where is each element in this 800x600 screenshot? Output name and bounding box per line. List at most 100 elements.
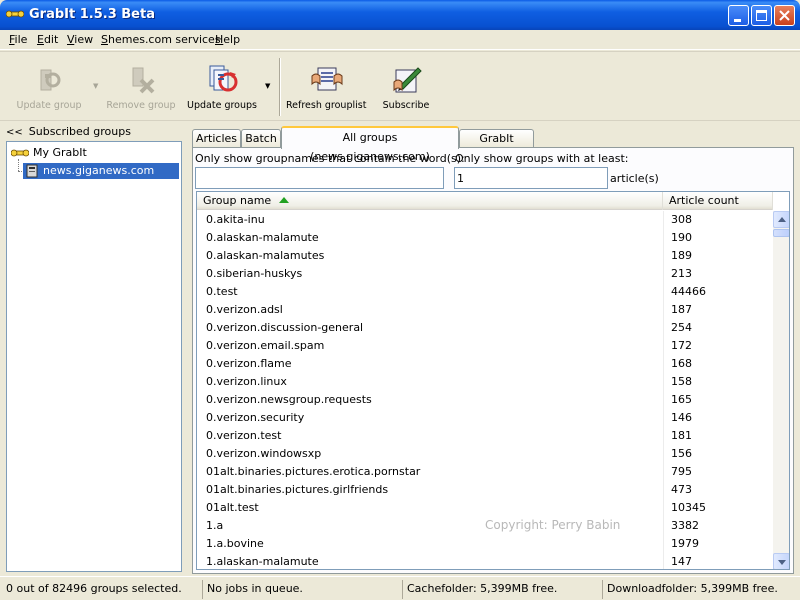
groupname-filter-input[interactable] bbox=[195, 167, 444, 189]
column-group-name[interactable]: Group name bbox=[197, 192, 663, 210]
article-count-cell: 165 bbox=[671, 393, 692, 406]
menu-file[interactable]: File bbox=[9, 33, 27, 46]
group-name-cell: 0.alaskan-malamutes bbox=[206, 249, 325, 262]
table-row[interactable]: 0.verizon.test 181 bbox=[197, 427, 773, 445]
article-count-cell: 473 bbox=[671, 483, 692, 496]
article-count-cell: 213 bbox=[671, 267, 692, 280]
group-name-cell: 0.verizon.email.spam bbox=[206, 339, 325, 352]
table-row[interactable]: 1.a.bovine 1979 bbox=[197, 535, 773, 553]
min-articles-input[interactable] bbox=[454, 167, 608, 189]
table-row[interactable]: 0.akita-inu 308 bbox=[197, 211, 773, 229]
menu-help[interactable]: Help bbox=[215, 33, 240, 46]
column-article-count[interactable]: Article count bbox=[663, 192, 773, 210]
article-count-cell: 189 bbox=[671, 249, 692, 262]
status-bar: 0 out of 82496 groups selected. No jobs … bbox=[0, 576, 800, 600]
table-row[interactable]: 0.verizon.discussion-general 254 bbox=[197, 319, 773, 337]
close-icon bbox=[779, 10, 790, 21]
table-row[interactable]: 1.alaskan-malamute 147 bbox=[197, 553, 773, 569]
group-name-cell: 0.verizon.discussion-general bbox=[206, 321, 364, 334]
close-button[interactable] bbox=[774, 5, 795, 26]
minimize-icon bbox=[734, 19, 741, 22]
status-cachefolder: Cachefolder: 5,399MB free. bbox=[402, 580, 600, 599]
remove-group-button[interactable]: Remove group bbox=[101, 60, 181, 118]
group-name-cell: 0.test bbox=[206, 285, 238, 298]
article-count-cell: 1979 bbox=[671, 537, 699, 550]
table-row[interactable]: 0.verizon.newsgroup.requests 165 bbox=[197, 391, 773, 409]
table-row[interactable]: 01alt.binaries.pictures.girlfriends 473 bbox=[197, 481, 773, 499]
window-title: GrabIt 1.5.3 Beta bbox=[29, 7, 155, 22]
minimize-button[interactable] bbox=[728, 5, 749, 26]
table-row[interactable]: 0.verizon.security 146 bbox=[197, 409, 773, 427]
article-count-cell: 187 bbox=[671, 303, 692, 316]
tree-connector bbox=[18, 159, 19, 171]
subscribe-button[interactable]: Subscribe bbox=[366, 60, 446, 118]
sort-ascending-icon bbox=[279, 197, 290, 203]
update-groups-label: Update groups bbox=[187, 100, 257, 111]
table-row[interactable]: 01alt.test 10345 bbox=[197, 499, 773, 517]
tab-grabit-search[interactable]: GrabIt search bbox=[459, 129, 534, 162]
tree-server-label: news.giganews.com bbox=[43, 164, 155, 177]
group-name-cell: 01alt.binaries.pictures.girlfriends bbox=[206, 483, 389, 496]
update-groups-dropdown-icon[interactable]: ▼ bbox=[265, 82, 270, 90]
tab-all-groups[interactable]: All groups (news.giganews.com) bbox=[281, 126, 459, 163]
group-name-cell: 0.siberian-huskys bbox=[206, 267, 303, 280]
refresh-grouplist-button[interactable]: Refresh grouplist bbox=[286, 60, 366, 118]
status-selection: 0 out of 82496 groups selected. bbox=[6, 582, 182, 595]
table-row[interactable]: 0.verizon.linux 158 bbox=[197, 373, 773, 391]
tab-articles[interactable]: Articles bbox=[192, 129, 241, 148]
table-row[interactable]: 0.siberian-huskys 213 bbox=[197, 265, 773, 283]
group-name-cell: 1.a bbox=[206, 519, 224, 532]
groups-list-header: Group name Article count bbox=[197, 192, 773, 210]
tree-item-server[interactable]: news.giganews.com bbox=[23, 163, 179, 179]
update-groups-icon bbox=[209, 65, 238, 92]
table-row[interactable]: 0.verizon.email.spam 172 bbox=[197, 337, 773, 355]
table-row[interactable]: 0.alaskan-malamutes 189 bbox=[197, 247, 773, 265]
table-row[interactable]: 01alt.binaries.pictures.erotica.pornstar… bbox=[197, 463, 773, 481]
table-row[interactable]: 0.alaskan-malamute 190 bbox=[197, 229, 773, 247]
table-row[interactable]: 0.verizon.windowsxp 156 bbox=[197, 445, 773, 463]
maximize-button[interactable] bbox=[751, 5, 772, 26]
group-name-cell: 0.akita-inu bbox=[206, 213, 265, 226]
maximize-icon bbox=[756, 10, 767, 21]
table-row[interactable]: 0.verizon.flame 168 bbox=[197, 355, 773, 373]
update-group-label: Update group bbox=[16, 100, 82, 111]
scroll-down-button[interactable] bbox=[773, 553, 789, 569]
menu-edit[interactable]: Edit bbox=[37, 33, 58, 46]
menu-view[interactable]: View bbox=[67, 33, 93, 46]
update-group-dropdown-icon[interactable]: ▼ bbox=[93, 82, 98, 90]
server-icon bbox=[26, 164, 38, 178]
toolbar: Update group ▼ Remove group Update group… bbox=[0, 51, 800, 121]
group-name-cell: 0.verizon.test bbox=[206, 429, 282, 442]
tab-batch[interactable]: Batch bbox=[241, 129, 281, 148]
article-count-cell: 168 bbox=[671, 357, 692, 370]
status-downloadfolder: Downloadfolder: 5,399MB free. bbox=[602, 580, 798, 599]
subscribed-groups-tree[interactable]: My GrabIt news.giganews.com bbox=[6, 141, 182, 572]
article-count-cell: 44466 bbox=[671, 285, 706, 298]
groups-list-rows: 0.akita-inu 308 0.alaskan-malamute 190 0.ala… bbox=[197, 211, 773, 569]
subscribed-groups-title: Subscribed groups bbox=[28, 125, 131, 138]
min-articles-label: Only show groups with at least: bbox=[455, 152, 629, 165]
articles-suffix-label: article(s) bbox=[610, 172, 659, 185]
group-name-cell: 1.alaskan-malamute bbox=[206, 555, 319, 568]
article-count-cell: 146 bbox=[671, 411, 692, 424]
title-bar[interactable]: GrabIt 1.5.3 Beta bbox=[0, 0, 800, 30]
grabit-root-icon bbox=[11, 149, 29, 157]
status-jobs: No jobs in queue. bbox=[202, 580, 400, 599]
update-group-button[interactable]: Update group bbox=[9, 60, 89, 118]
article-count-cell: 254 bbox=[671, 321, 692, 334]
collapse-panel-button[interactable]: << bbox=[6, 127, 23, 138]
groups-list[interactable]: Group name Article count 0.akita-inu 308 0… bbox=[196, 191, 790, 570]
scroll-thumb[interactable] bbox=[773, 229, 789, 237]
menu-shemes-services[interactable]: Shemes.com services bbox=[101, 33, 221, 46]
table-row[interactable]: 0.test 44466 bbox=[197, 283, 773, 301]
article-count-cell: 147 bbox=[671, 555, 692, 568]
table-row[interactable]: 0.verizon.adsl 187 bbox=[197, 301, 773, 319]
subscribe-icon bbox=[393, 67, 422, 93]
article-count-cell: 156 bbox=[671, 447, 692, 460]
vertical-scrollbar[interactable] bbox=[773, 211, 789, 569]
update-groups-button[interactable]: Update groups bbox=[182, 60, 262, 118]
scroll-up-button[interactable] bbox=[773, 211, 789, 228]
toolbar-separator bbox=[279, 58, 281, 116]
subscribed-groups-header: << Subscribed groups bbox=[6, 125, 131, 138]
group-name-cell: 0.verizon.newsgroup.requests bbox=[206, 393, 372, 406]
